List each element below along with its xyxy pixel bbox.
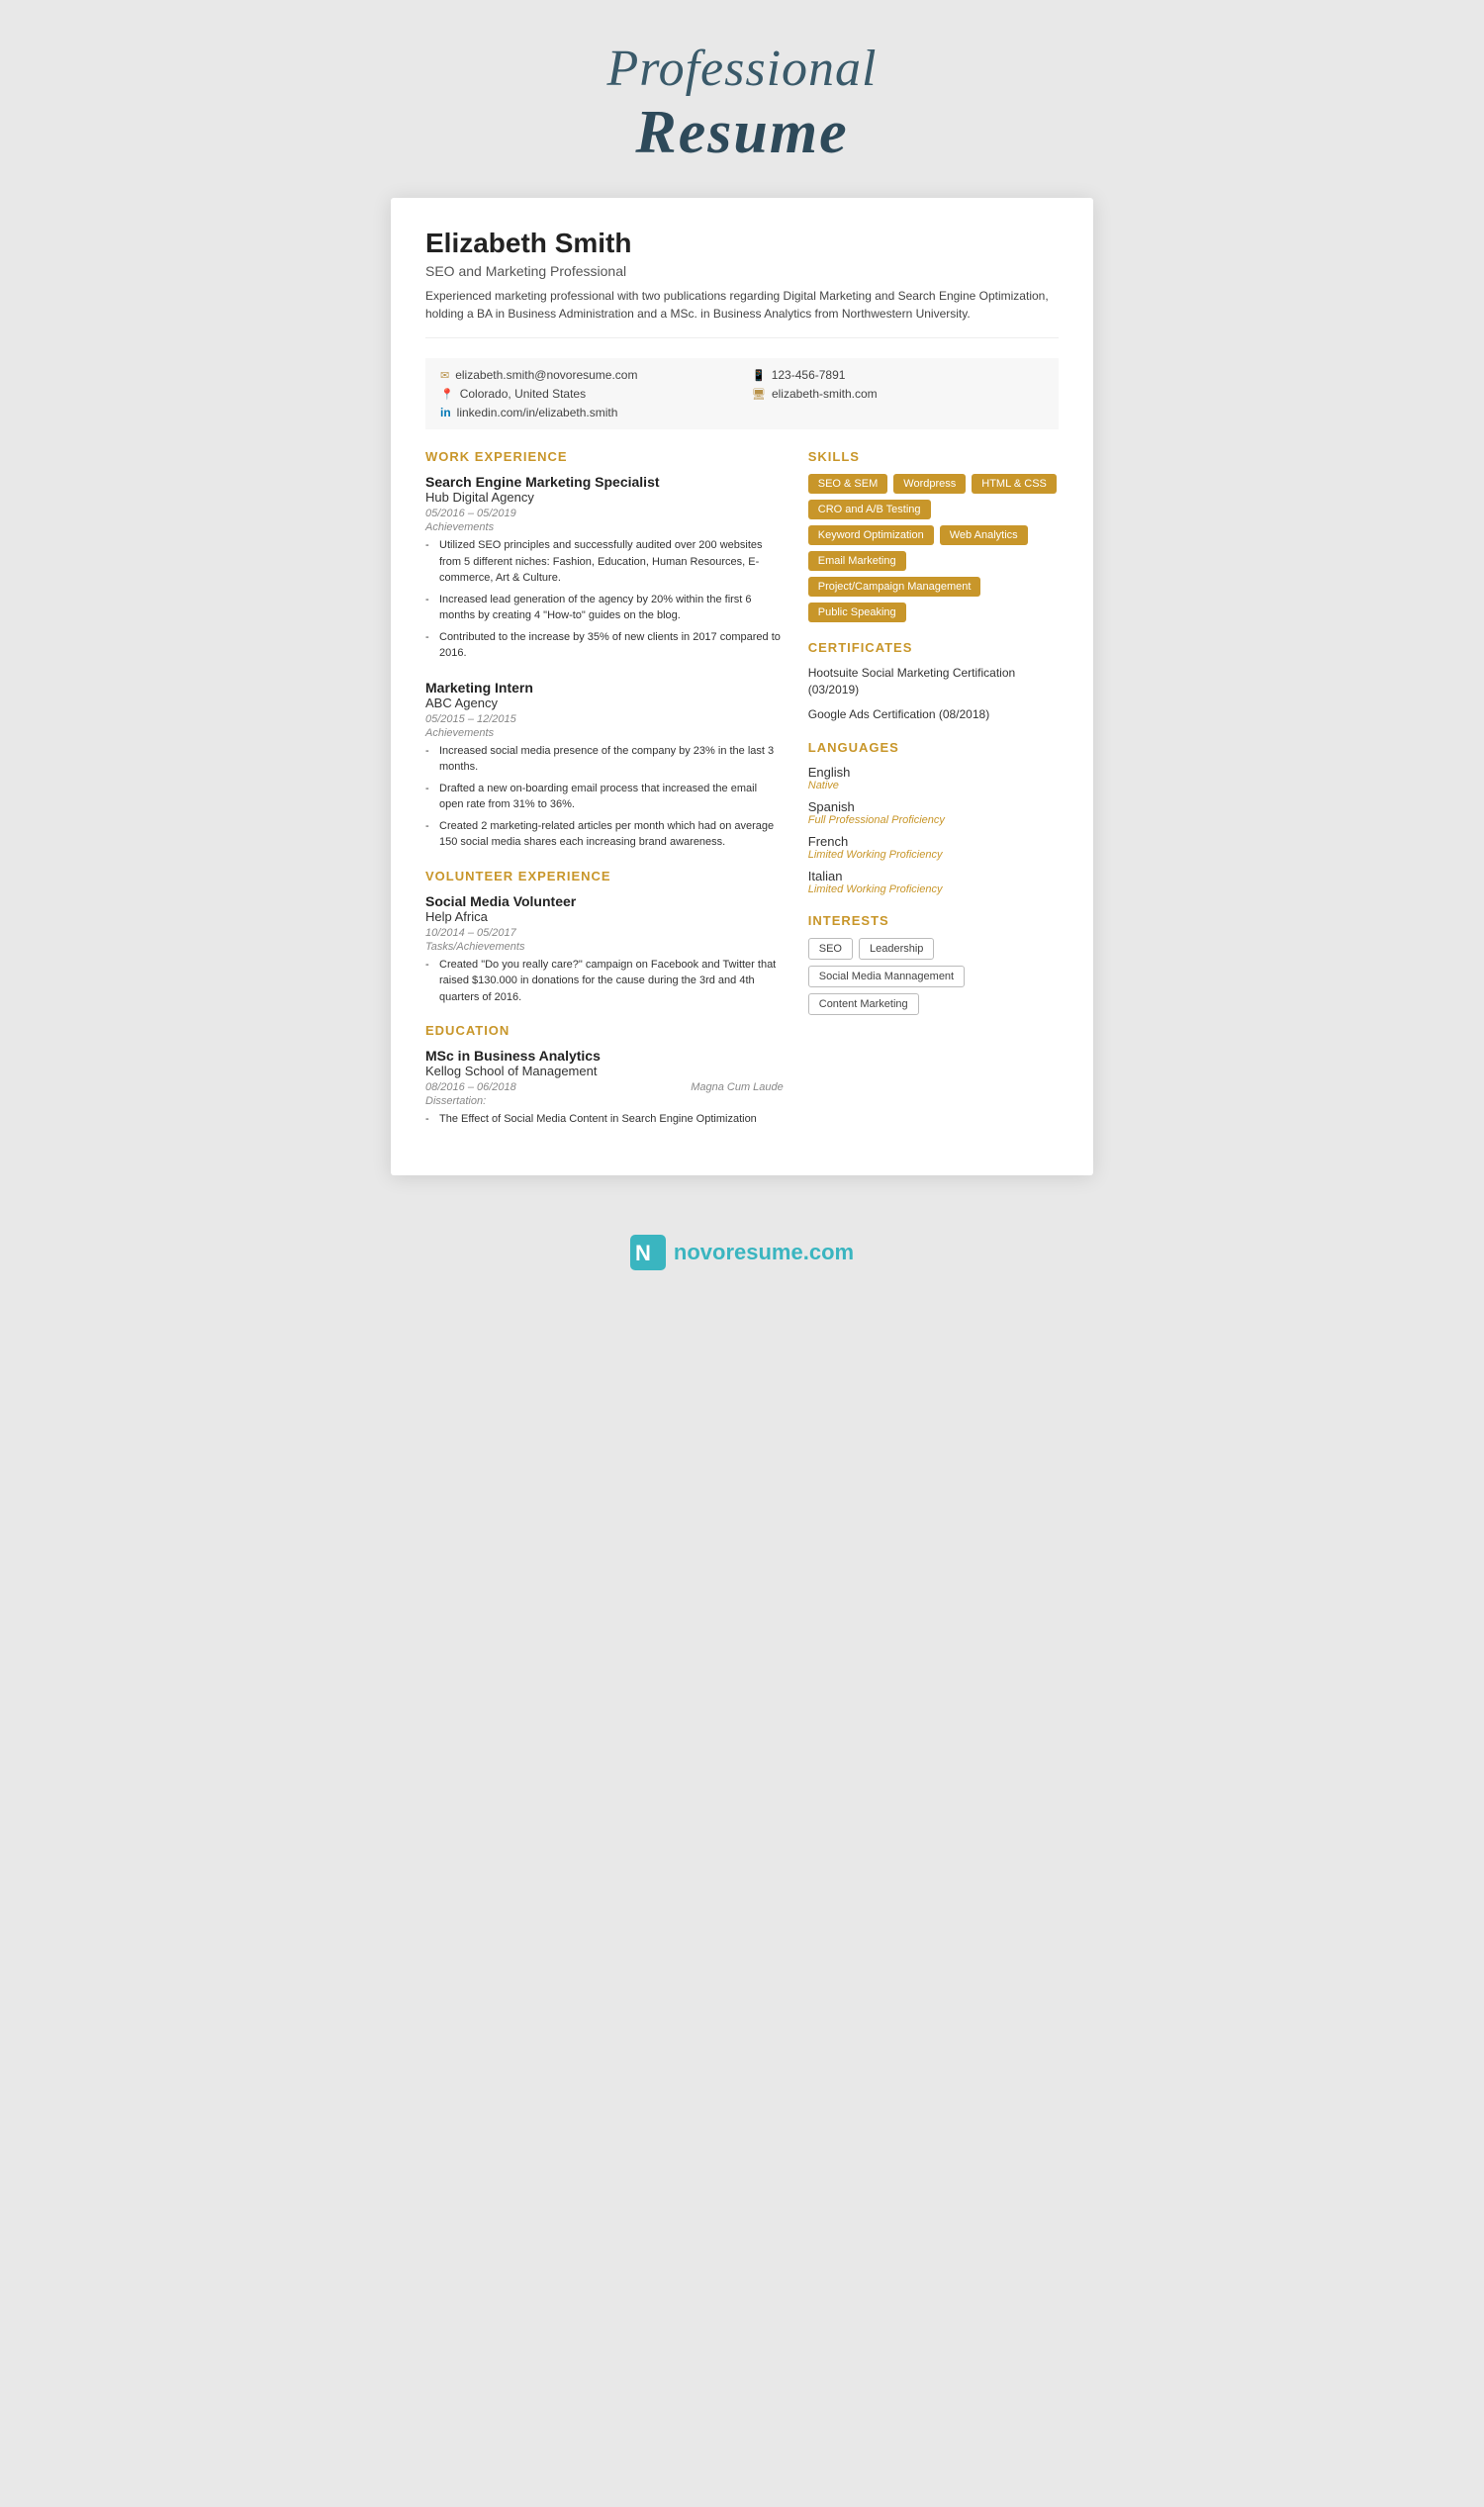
skill-badge-1: Wordpress — [893, 474, 966, 494]
edu-bullet-1-1: The Effect of Social Media Content in Se… — [425, 1111, 784, 1128]
left-column: WORK EXPERIENCE Search Engine Marketing … — [425, 449, 784, 1146]
skill-badge-4: Keyword Optimization — [808, 525, 934, 545]
volunteer-achievements-label-1: Tasks/Achievements — [425, 941, 784, 953]
languages-title: LANGUAGES — [808, 740, 1059, 755]
candidate-summary: Experienced marketing professional with … — [425, 287, 1059, 323]
svg-text:N: N — [635, 1241, 651, 1265]
candidate-name: Elizabeth Smith — [425, 228, 1059, 259]
lang-level-1: Full Professional Proficiency — [808, 814, 1059, 826]
job-title-2: Marketing Intern — [425, 680, 784, 696]
page-footer: N novoresume.com — [371, 1215, 1113, 1290]
interest-badge-1: Leadership — [859, 938, 934, 960]
volunteer-company-1: Help Africa — [425, 909, 784, 924]
footer-logo: N novoresume.com — [630, 1235, 854, 1270]
location-icon: 📍 — [440, 388, 454, 401]
bullet-2-2: Drafted a new on-boarding email process … — [425, 781, 784, 813]
volunteer-bullet-1-1: Created "Do you really care?" campaign o… — [425, 957, 784, 1006]
contact-location: 📍 Colorado, United States — [440, 387, 732, 401]
cert-item-0: Hootsuite Social Marketing Certification… — [808, 665, 1059, 698]
job-title-1: Search Engine Marketing Specialist — [425, 474, 784, 490]
edu-block-1: MSc in Business Analytics Kellog School … — [425, 1048, 784, 1128]
title-professional: Professional — [391, 40, 1093, 98]
skill-badge-6: Email Marketing — [808, 551, 906, 571]
interest-badge-3: Content Marketing — [808, 993, 919, 1015]
education-title: EDUCATION — [425, 1023, 784, 1038]
interest-badge-2: Social Media Mannagement — [808, 966, 965, 987]
bullet-2-3: Created 2 marketing-related articles per… — [425, 818, 784, 851]
bullet-list-1: Utilized SEO principles and successfully… — [425, 537, 784, 662]
company-name-1: Hub Digital Agency — [425, 490, 784, 505]
edu-bullet-list-1: The Effect of Social Media Content in Se… — [425, 1111, 784, 1128]
contact-website: 🖥 elizabeth-smith.com — [752, 387, 1044, 401]
linkedin-icon: in — [440, 406, 451, 419]
lang-name-2: French — [808, 834, 1059, 849]
contact-section: ✉ elizabeth.smith@novoresume.com 📱 123-4… — [425, 358, 1059, 429]
lang-item-1: Spanish Full Professional Proficiency — [808, 799, 1059, 826]
edu-honors-1: Magna Cum Laude — [691, 1081, 784, 1093]
right-column: SKILLS SEO & SEM Wordpress HTML & CSS CR… — [808, 449, 1059, 1146]
job-block-2: Marketing Intern ABC Agency 05/2015 – 12… — [425, 680, 784, 851]
lang-level-3: Limited Working Proficiency — [808, 883, 1059, 895]
certificates-title: CERTIFICATES — [808, 640, 1059, 655]
job-block-1: Search Engine Marketing Specialist Hub D… — [425, 474, 784, 662]
lang-level-2: Limited Working Proficiency — [808, 849, 1059, 861]
phone-icon: 📱 — [752, 369, 766, 382]
contact-linkedin: in linkedin.com/in/elizabeth.smith — [440, 406, 732, 419]
resume-card: Elizabeth Smith SEO and Marketing Profes… — [391, 198, 1093, 1175]
skill-badge-8: Public Speaking — [808, 603, 906, 622]
resume-header: Elizabeth Smith SEO and Marketing Profes… — [425, 228, 1059, 338]
volunteer-experience-title: VOLUNTEER EXPERIENCE — [425, 869, 784, 883]
date-range-1: 05/2016 – 05/2019 — [425, 508, 784, 519]
interest-badge-0: SEO — [808, 938, 853, 960]
contact-phone: 📱 123-456-7891 — [752, 368, 1044, 382]
achievements-label-2: Achievements — [425, 727, 784, 739]
bullet-1-2: Increased lead generation of the agency … — [425, 592, 784, 624]
lang-item-3: Italian Limited Working Proficiency — [808, 869, 1059, 895]
volunteer-title-1: Social Media Volunteer — [425, 893, 784, 909]
volunteer-dates-1: 10/2014 – 05/2017 — [425, 927, 784, 939]
job-block-vol-1: Social Media Volunteer Help Africa 10/20… — [425, 893, 784, 1006]
skill-badge-7: Project/Campaign Management — [808, 577, 981, 597]
edu-degree-1: MSc in Business Analytics — [425, 1048, 784, 1064]
skill-badge-0: SEO & SEM — [808, 474, 888, 494]
skills-title: SKILLS — [808, 449, 1059, 464]
date-range-2: 05/2015 – 12/2015 — [425, 713, 784, 725]
lang-name-1: Spanish — [808, 799, 1059, 814]
lang-item-2: French Limited Working Proficiency — [808, 834, 1059, 861]
lang-item-0: English Native — [808, 765, 1059, 791]
page-title-block: Professional Resume — [371, 0, 1113, 198]
website-icon: 🖥 — [752, 388, 766, 401]
edu-dates-1: 08/2016 – 06/2018 — [425, 1081, 516, 1093]
interests-container: SEO Leadership Social Media Mannagement … — [808, 938, 1059, 1015]
lang-name-3: Italian — [808, 869, 1059, 883]
company-name-2: ABC Agency — [425, 696, 784, 710]
resume-body: WORK EXPERIENCE Search Engine Marketing … — [425, 449, 1059, 1146]
achievements-label-1: Achievements — [425, 521, 784, 533]
lang-level-0: Native — [808, 780, 1059, 791]
bullet-list-2: Increased social media presence of the c… — [425, 743, 784, 851]
bullet-1-1: Utilized SEO principles and successfully… — [425, 537, 784, 587]
novoresume-icon: N — [630, 1235, 666, 1270]
interests-title: INTERESTS — [808, 913, 1059, 928]
skill-badge-2: HTML & CSS — [972, 474, 1057, 494]
bullet-1-3: Contributed to the increase by 35% of ne… — [425, 629, 784, 662]
email-icon: ✉ — [440, 369, 449, 382]
edu-dissertation-label: Dissertation: — [425, 1095, 784, 1107]
contact-email: ✉ elizabeth.smith@novoresume.com — [440, 368, 732, 382]
candidate-subtitle: SEO and Marketing Professional — [425, 263, 1059, 279]
skill-badge-3: CRO and A/B Testing — [808, 500, 931, 519]
cert-item-1: Google Ads Certification (08/2018) — [808, 706, 1059, 723]
edu-school-1: Kellog School of Management — [425, 1064, 784, 1078]
work-experience-title: WORK EXPERIENCE — [425, 449, 784, 464]
skills-container: SEO & SEM Wordpress HTML & CSS CRO and A… — [808, 474, 1059, 622]
volunteer-bullet-list-1: Created "Do you really care?" campaign o… — [425, 957, 784, 1006]
lang-name-0: English — [808, 765, 1059, 780]
footer-domain: novoresume.com — [674, 1240, 854, 1265]
bullet-2-1: Increased social media presence of the c… — [425, 743, 784, 776]
edu-date-row-1: 08/2016 – 06/2018 Magna Cum Laude — [425, 1081, 784, 1093]
skill-badge-5: Web Analytics — [940, 525, 1028, 545]
title-resume: Resume — [391, 98, 1093, 168]
